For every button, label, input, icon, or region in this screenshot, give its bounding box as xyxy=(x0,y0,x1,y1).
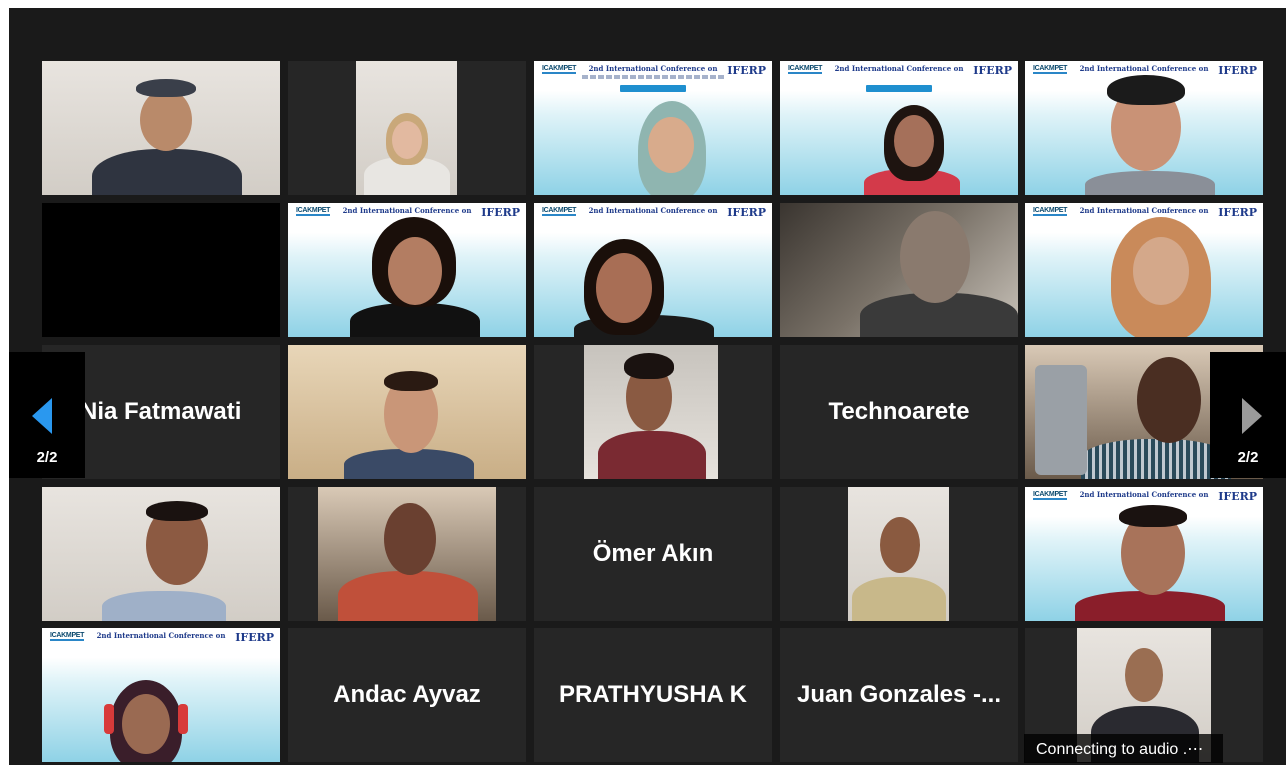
video-tile-3[interactable]: ICAKMPET 2nd International Conference on… xyxy=(534,61,772,195)
video-tile-2[interactable] xyxy=(288,61,526,195)
conference-banner: ICAKMPET 2nd International Conference on… xyxy=(534,203,772,337)
conference-banner: ICAKMPET 2nd International Conference on… xyxy=(534,61,772,195)
conference-banner: ICAKMPET 2nd International Conference on… xyxy=(1025,61,1263,195)
iferp-logo: IFERP xyxy=(973,64,1012,77)
participant-name: Juan Gonzales -... xyxy=(796,681,1002,708)
participant-name: PRATHYUSHA K xyxy=(558,681,747,708)
prev-page-button[interactable]: 2/2 xyxy=(9,352,85,478)
conference-banner: ICAKMPET 2nd International Conference on… xyxy=(288,203,526,337)
iferp-logo: IFERP xyxy=(727,206,766,219)
video-tile-13[interactable] xyxy=(534,345,772,479)
iferp-logo: IFERP xyxy=(727,64,766,77)
participant-video xyxy=(848,487,949,621)
name-tile-andac[interactable]: Andac Ayvaz xyxy=(288,628,526,762)
participant-video xyxy=(288,345,526,479)
participant-video xyxy=(780,203,1018,337)
iferp-logo: IFERP xyxy=(481,206,520,219)
name-tile-omer[interactable]: Ömer Akın xyxy=(534,487,772,621)
video-tile-1[interactable] xyxy=(42,61,280,195)
video-tile-6[interactable] xyxy=(42,203,280,337)
audio-connecting-status: Connecting to audio .⋯ xyxy=(1024,734,1223,763)
participant-video xyxy=(42,487,280,621)
chevron-right-icon xyxy=(1242,398,1262,434)
conference-banner: ICAKMPET 2nd International Conference on… xyxy=(1025,203,1263,337)
video-tile-10[interactable]: ICAKMPET 2nd International Conference on… xyxy=(1025,203,1263,337)
video-tile-21[interactable]: ICAKMPET 2nd International Conference on… xyxy=(42,628,280,762)
participant-name: Andac Ayvaz xyxy=(333,681,481,708)
chevron-left-icon xyxy=(32,398,52,434)
participant-video xyxy=(356,61,457,195)
conference-banner: ICAKMPET 2nd International Conference on… xyxy=(780,61,1018,195)
video-tile-8[interactable]: ICAKMPET 2nd International Conference on… xyxy=(534,203,772,337)
iferp-logo: IFERP xyxy=(235,631,274,644)
name-tile-technoarete[interactable]: Technoarete xyxy=(780,345,1018,479)
participant-video xyxy=(318,487,496,621)
name-tile-juan[interactable]: Juan Gonzales -... xyxy=(780,628,1018,762)
video-tile-7[interactable]: ICAKMPET 2nd International Conference on… xyxy=(288,203,526,337)
participant-video xyxy=(584,345,718,479)
video-tile-9[interactable] xyxy=(780,203,1018,337)
video-tile-4[interactable]: ICAKMPET 2nd International Conference on… xyxy=(780,61,1018,195)
page-indicator: 2/2 xyxy=(36,449,58,466)
video-tile-17[interactable] xyxy=(288,487,526,621)
conference-banner: ICAKMPET 2nd International Conference on… xyxy=(1025,487,1263,621)
iferp-logo: IFERP xyxy=(1218,490,1257,503)
iferp-logo: IFERP xyxy=(1218,64,1257,77)
conference-banner: ICAKMPET 2nd International Conference on… xyxy=(42,628,280,762)
page-indicator: 2/2 xyxy=(1237,449,1259,466)
name-tile-prathyusha[interactable]: PRATHYUSHA K xyxy=(534,628,772,762)
participant-name: Technoarete xyxy=(828,398,970,425)
video-tile-12[interactable] xyxy=(288,345,526,479)
next-page-button[interactable]: 2/2 xyxy=(1210,352,1286,478)
participant-name: Ömer Akın xyxy=(592,540,714,567)
video-tile-19[interactable] xyxy=(780,487,1018,621)
iferp-logo: IFERP xyxy=(1218,206,1257,219)
participant-video xyxy=(42,61,280,195)
video-tile-5[interactable]: ICAKMPET 2nd International Conference on… xyxy=(1025,61,1263,195)
video-tile-20[interactable]: ICAKMPET 2nd International Conference on… xyxy=(1025,487,1263,621)
video-tile-16[interactable] xyxy=(42,487,280,621)
